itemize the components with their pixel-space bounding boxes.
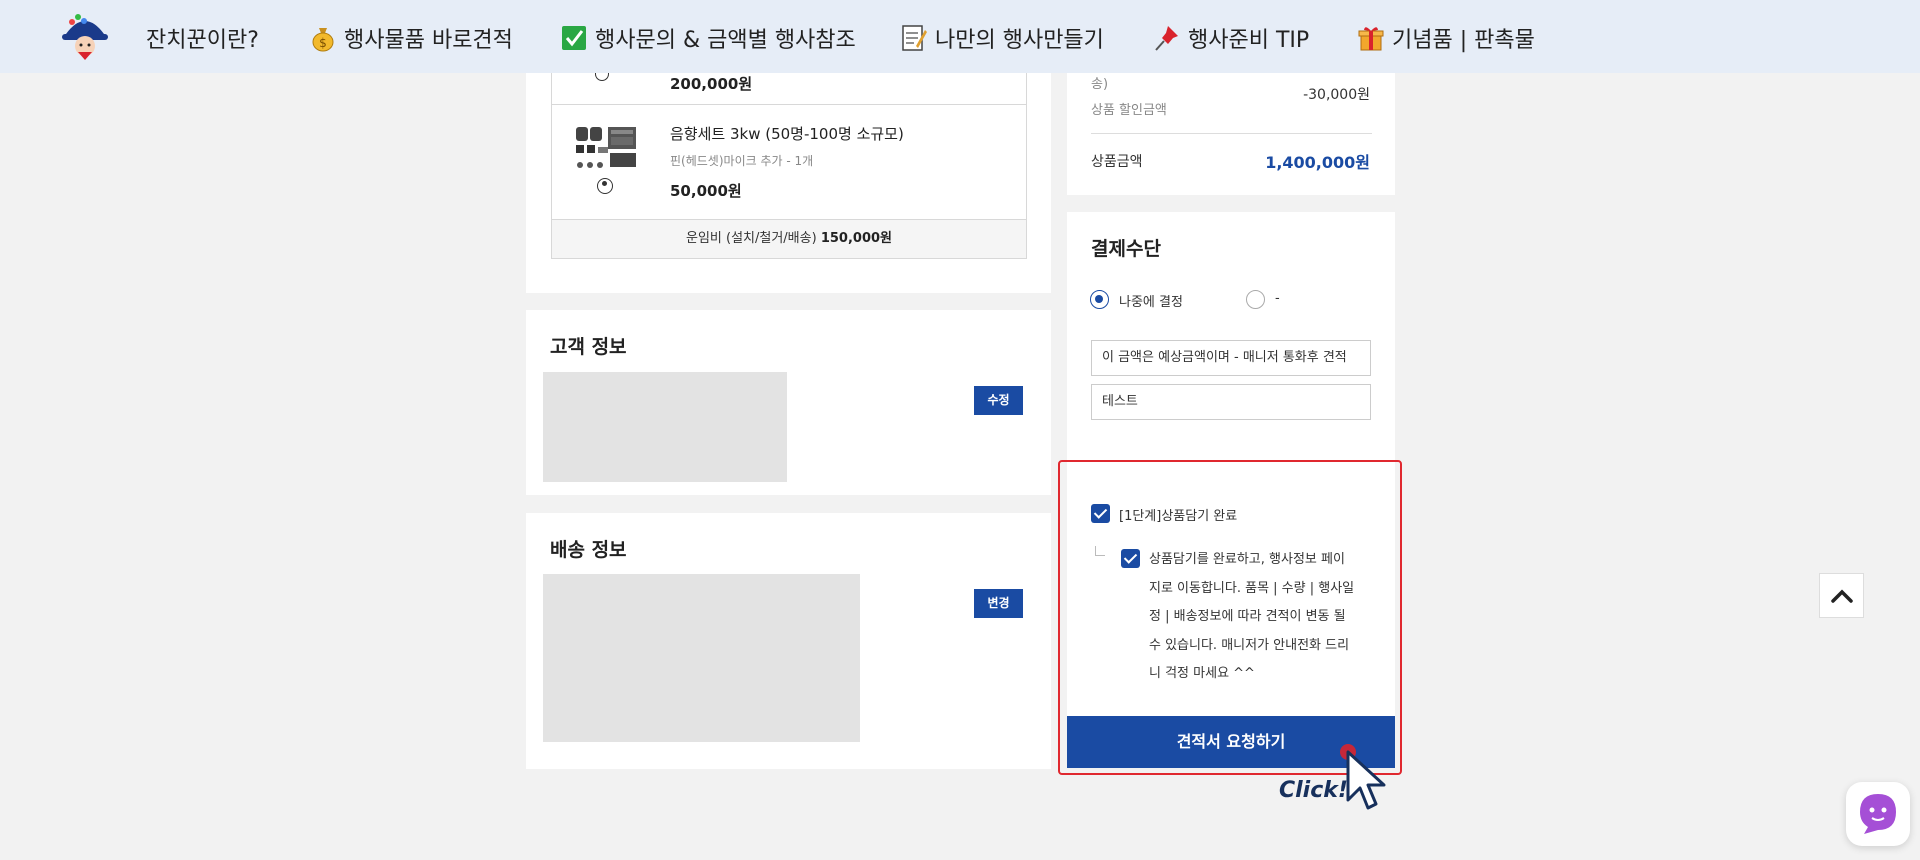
delivery-info-card: 배송 정보 변경: [526, 513, 1051, 769]
freight-label: 운임비 (설치/철거/배송): [686, 231, 817, 246]
list-item: 200,000원: [552, 73, 1026, 105]
item-price: 200,000원: [670, 75, 753, 93]
pushpin-icon: [1155, 26, 1178, 51]
person-icon: [595, 73, 609, 81]
payment-card: 결제수단: [1067, 212, 1395, 460]
chevron-up-icon: [1831, 589, 1853, 603]
price-summary-card: 송) 상품 할인금액 -30,000원 상품금액 1,400,000원: [1067, 73, 1395, 195]
nav-item-label: 기념품 | 판촉물: [1392, 28, 1535, 53]
step1-checkbox[interactable]: [1091, 504, 1110, 523]
edit-button[interactable]: 수정: [974, 386, 1023, 415]
svg-text:$: $: [319, 36, 327, 50]
nav-item-label: 행사문의 & 금액별 행사참조: [595, 28, 856, 53]
payment-later-radio[interactable]: [1090, 290, 1109, 309]
sound-equipment-image: [576, 127, 636, 168]
item-option: 핀(헤드셋)마이크 추가 - 1개: [670, 154, 814, 168]
summary-fragment: 송): [1091, 77, 1109, 92]
nav-item-tips[interactable]: 행사준비 TIP: [1154, 20, 1309, 56]
payment-other-label: -: [1275, 291, 1280, 306]
check-box-icon: [562, 26, 586, 50]
customer-info-card: 고객 정보 수정: [526, 310, 1051, 495]
freight-value: 150,000원: [820, 231, 892, 246]
section-title: 결제수단: [1091, 238, 1161, 260]
scroll-to-top-button[interactable]: [1819, 573, 1864, 618]
chat-bot-icon: [1860, 794, 1896, 834]
money-bag-icon: $: [312, 28, 334, 52]
change-button[interactable]: 변경: [974, 589, 1023, 618]
nav-item-quote[interactable]: $ 행사물품 바로견적: [310, 20, 513, 56]
nav-item-custom-event[interactable]: 나만의 행사만들기: [901, 20, 1104, 56]
total-label: 상품금액: [1091, 154, 1143, 170]
agreement-line: 니 걱정 마세요 ^^: [1149, 666, 1255, 681]
payment-later-label: 나중에 결정: [1119, 295, 1183, 310]
notice-field[interactable]: 이 금액은 예상금액이며 - 매니저 통화후 견적: [1091, 340, 1371, 376]
nav-item-label: 나만의 행사만들기: [935, 28, 1104, 53]
agreement-text: 상품담기를 완료하고, 행사정보 페이 지로 이동합니다. 품목 | 수량 | …: [1149, 546, 1379, 689]
memo-icon: [902, 25, 927, 51]
top-navigation: 잔치꾼이란? $ 행사물품 바로견적 행사문의 & 금액별 행사참조 나만의 행…: [0, 0, 1920, 73]
customer-info-placeholder: [543, 372, 787, 482]
person-icon: [597, 178, 613, 194]
nav-item-about[interactable]: 잔치꾼이란?: [146, 20, 259, 56]
discount-label: 상품 할인금액: [1091, 103, 1167, 118]
agreement-line: 상품담기를 완료하고, 행사정보 페이: [1149, 552, 1345, 567]
logo-icon[interactable]: [58, 12, 112, 62]
delivery-info-placeholder: [543, 574, 860, 742]
item-price: 50,000원: [670, 182, 742, 200]
payment-other-radio[interactable]: [1246, 290, 1265, 309]
agreement-line: 수 있습니다. 매니저가 안내전화 드리: [1149, 637, 1350, 653]
section-title: 고객 정보: [550, 336, 627, 358]
nav-item-souvenirs[interactable]: 기념품 | 판촉물: [1358, 20, 1535, 56]
memo-field[interactable]: 테스트: [1091, 384, 1371, 420]
nav-item-label: 잔치꾼이란?: [146, 28, 259, 53]
agreement-checkbox[interactable]: [1121, 549, 1140, 568]
gift-icon: [1358, 27, 1384, 51]
item-name: 음향세트 3kw (50명-100명 소규모): [670, 125, 904, 143]
divider: [1091, 133, 1372, 134]
agreement-line: 지로 이동합니다. 품목 | 수량 | 행사일: [1149, 580, 1355, 596]
agreement-line: 정 | 배송정보에 따라 견적이 변동 될: [1149, 609, 1346, 624]
total-value: 1,400,000원: [1265, 153, 1370, 172]
nav-item-inquiry[interactable]: 행사문의 & 금액별 행사참조: [561, 20, 856, 56]
step1-label: [1단계]상품담기 완료: [1119, 509, 1238, 524]
nav-item-label: 행사물품 바로견적: [344, 28, 513, 53]
nav-item-label: 행사준비 TIP: [1188, 28, 1310, 53]
chat-button[interactable]: [1846, 782, 1910, 846]
freight-row: 운임비 (설치/철거/배송) 150,000원: [552, 219, 1026, 258]
indent-marker: [1095, 546, 1105, 556]
product-list: 200,000원 음향세트 3kw (50명-100명 소규모) 핀(헤드셋)마…: [551, 73, 1027, 259]
discount-value: -30,000원: [1303, 87, 1370, 103]
pointer-cursor-icon: [1340, 744, 1386, 810]
section-title: 배송 정보: [550, 539, 627, 561]
